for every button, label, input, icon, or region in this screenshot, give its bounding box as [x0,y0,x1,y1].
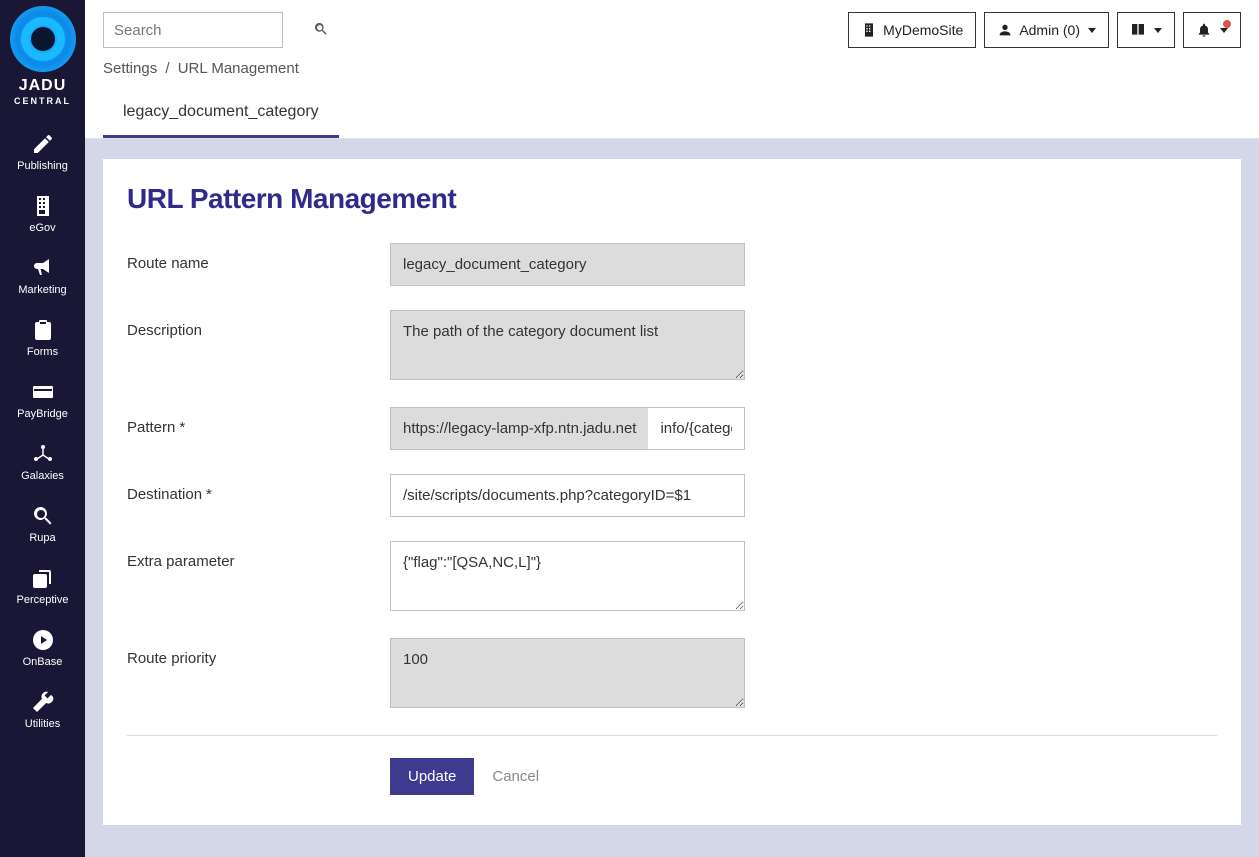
brand-sub: CENTRAL [14,96,71,106]
pattern-label: Pattern* [127,407,390,450]
sidebar-item-paybridge[interactable]: PayBridge [0,368,85,430]
breadcrumb-item[interactable]: Settings [103,60,157,77]
description-label: Description [127,310,390,383]
tabs: legacy_document_category [85,89,1259,139]
search-box[interactable] [103,12,283,48]
page-title: URL Pattern Management [127,183,1217,215]
route-name-label: Route name [127,243,390,286]
pattern-prefix: https://legacy-lamp-xfp.ntn.jadu.net [390,407,648,450]
destination-label: Destination* [127,474,390,517]
bell-icon [1196,22,1212,38]
sidebar-item-publishing[interactable]: Publishing [0,120,85,182]
network-icon [31,442,55,466]
admin-button[interactable]: Admin (0) [984,12,1109,48]
building-icon [861,22,877,38]
extra-parameter-textarea[interactable] [390,541,745,611]
brand-name: JADU [19,78,67,94]
description-textarea [390,310,745,380]
route-name-input [390,243,745,286]
sidebar-item-perceptive[interactable]: Perceptive [0,554,85,616]
route-priority-label: Route priority [127,638,390,711]
wrench-icon [31,690,55,714]
copy-icon [31,566,55,590]
caret-down-icon [1088,28,1096,33]
update-button[interactable]: Update [390,758,474,795]
pencil-icon [31,132,55,156]
card-icon [31,380,55,404]
sidebar: JADU CENTRAL Publishing eGov Marketing [0,0,85,857]
cancel-button[interactable]: Cancel [492,768,539,785]
caret-down-icon [1220,28,1228,33]
tab-legacy-document-category[interactable]: legacy_document_category [103,89,339,138]
book-button[interactable] [1117,12,1175,48]
sidebar-item-galaxies[interactable]: Galaxies [0,430,85,492]
extra-parameter-label: Extra parameter [127,541,390,614]
building-icon [31,194,55,218]
breadcrumb: Settings / URL Management [85,56,1259,89]
caret-down-icon [1154,28,1162,33]
brand-logo[interactable]: JADU CENTRAL [10,6,76,106]
breadcrumb-item[interactable]: URL Management [178,60,299,77]
search-icon [31,504,55,528]
clipboard-icon [31,318,55,342]
bullhorn-icon [31,256,55,280]
sidebar-item-forms[interactable]: Forms [0,306,85,368]
pattern-input[interactable] [648,407,745,450]
topbar: MyDemoSite Admin (0) [85,0,1259,56]
site-button[interactable]: MyDemoSite [848,12,976,48]
book-icon [1130,22,1146,38]
main: MyDemoSite Admin (0) Setti [85,0,1259,857]
destination-input[interactable] [390,474,745,517]
play-circle-icon [31,628,55,652]
user-icon [997,22,1013,38]
notifications-button[interactable] [1183,12,1241,48]
sidebar-item-marketing[interactable]: Marketing [0,244,85,306]
sidebar-item-utilities[interactable]: Utilities [0,678,85,740]
search-input[interactable] [114,22,313,39]
sidebar-item-onbase[interactable]: OnBase [0,616,85,678]
search-icon[interactable] [313,21,329,40]
route-priority-textarea [390,638,745,708]
notification-dot [1223,20,1231,28]
sidebar-item-egov[interactable]: eGov [0,182,85,244]
panel: URL Pattern Management Route name Descri… [103,159,1241,825]
divider [127,735,1217,736]
logo-icon [10,6,76,72]
sidebar-item-rupa[interactable]: Rupa [0,492,85,554]
